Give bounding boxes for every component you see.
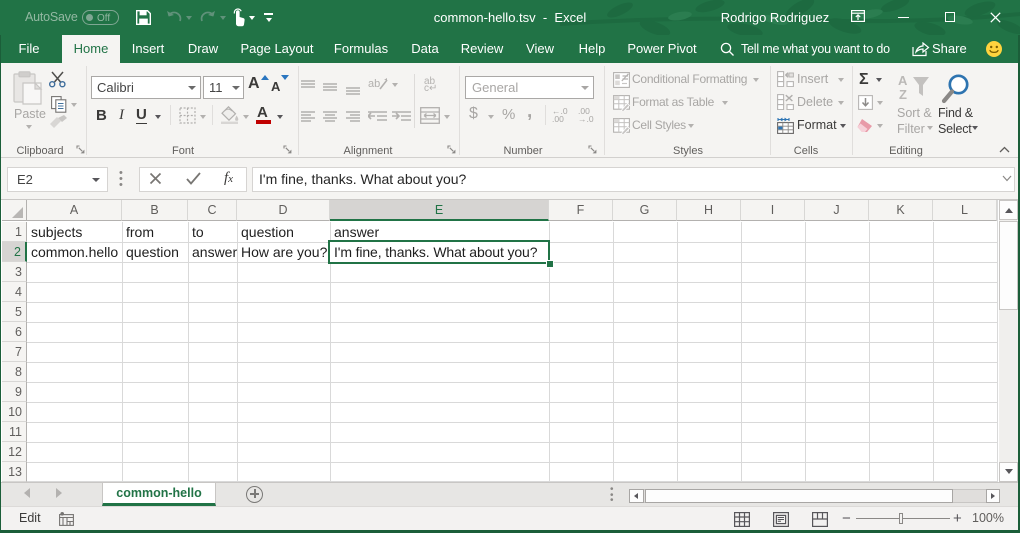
svg-text:Z: Z <box>899 87 907 100</box>
svg-text:A: A <box>898 74 908 88</box>
svg-text:ab: ab <box>368 78 380 90</box>
